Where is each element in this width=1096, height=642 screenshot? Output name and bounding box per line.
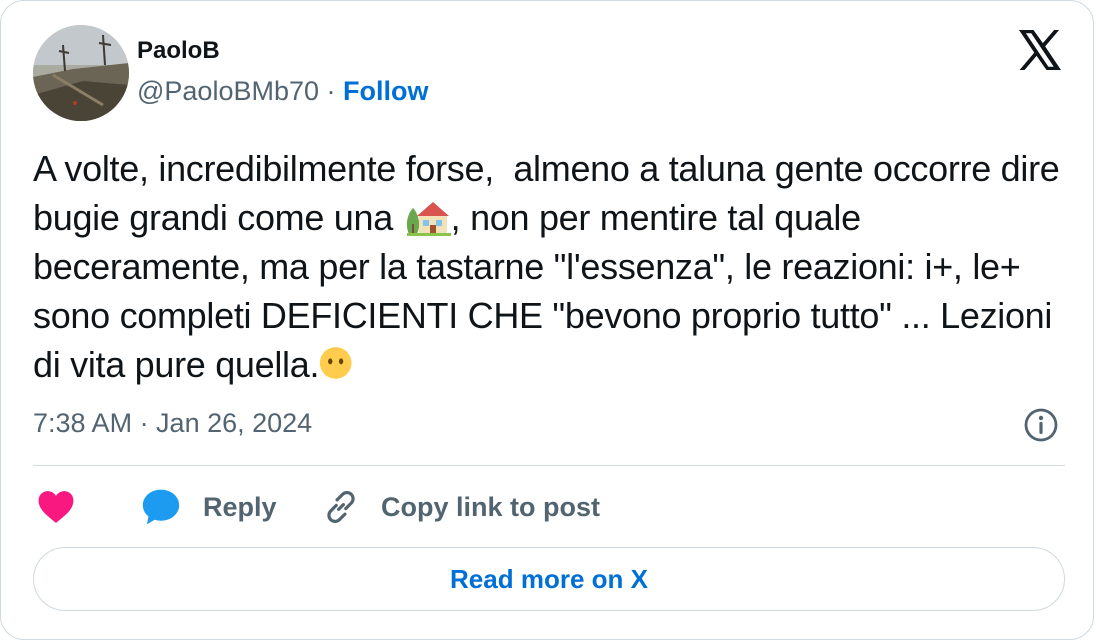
heart-icon [38, 491, 74, 523]
tweet-card: PaoloB @PaoloBMb70 · Follow A volte, inc… [0, 0, 1094, 640]
like-button[interactable] [37, 487, 75, 527]
copy-link-button[interactable]: Copy link to post [321, 487, 600, 527]
reply-label: Reply [203, 491, 277, 522]
author-handle-line: @PaoloBMb70 · Follow [137, 73, 429, 109]
house-with-garden-icon [406, 202, 451, 236]
tweet-timestamp[interactable]: 7:38 AM · Jan 26, 2024 [33, 405, 312, 441]
tweet-text: A volte, incredibilmente forse, almeno a… [33, 144, 1065, 389]
face-without-mouth-icon [320, 347, 352, 379]
info-icon[interactable] [1023, 407, 1059, 443]
follow-button[interactable]: Follow [343, 76, 428, 106]
reply-button[interactable]: Reply [141, 487, 277, 527]
read-more-button[interactable]: Read more on X [33, 547, 1065, 611]
divider [33, 465, 1065, 466]
link-icon [327, 490, 355, 524]
x-logo-icon[interactable] [1017, 29, 1063, 71]
read-more-label: Read more on X [450, 563, 648, 594]
handle-separator: · [319, 76, 344, 106]
author-handle[interactable]: @PaoloBMb70 [137, 76, 319, 106]
author-display-name[interactable]: PaoloB [137, 35, 220, 67]
avatar-image [33, 25, 129, 121]
reply-icon [142, 489, 180, 525]
copy-link-label: Copy link to post [381, 491, 600, 522]
avatar[interactable] [33, 25, 129, 121]
